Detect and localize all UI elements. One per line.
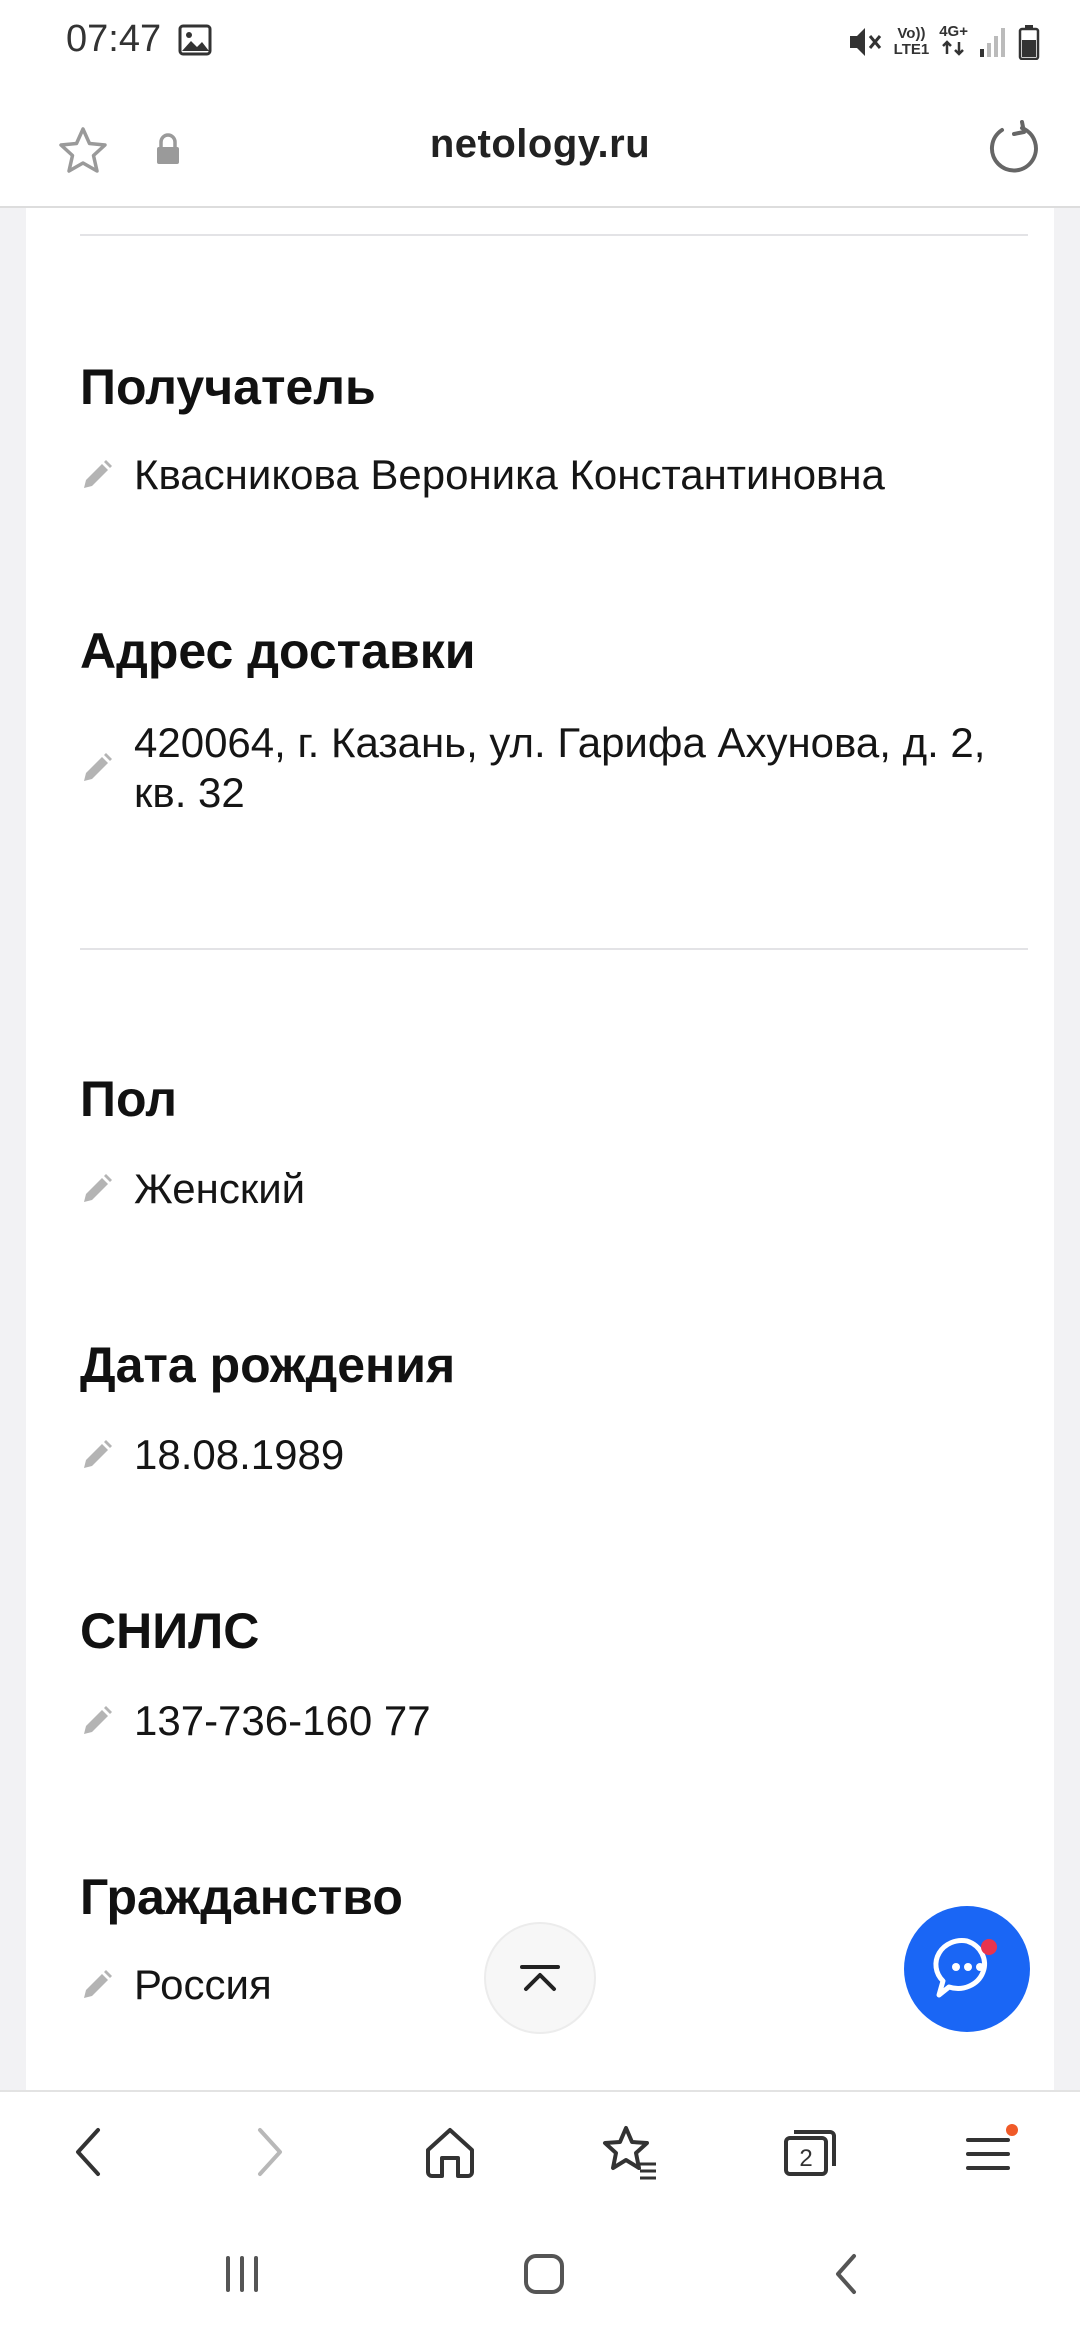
home-icon bbox=[426, 2128, 474, 2178]
address-heading: Адрес доставки bbox=[80, 623, 476, 679]
bookmarks-star-icon bbox=[603, 2126, 656, 2180]
chevron-left-icon bbox=[76, 2128, 100, 2176]
status-icons: Vo)) LTE1 4G+ bbox=[844, 20, 1040, 64]
gender-heading: Пол bbox=[80, 1071, 177, 1127]
chevron-right-icon bbox=[258, 2128, 282, 2176]
status-bar: 07:47 Vo)) LTE1 4G+ bbox=[0, 0, 1080, 84]
pencil-icon[interactable] bbox=[80, 751, 114, 785]
page-content[interactable]: Получатель Квасникова Вероника Константи… bbox=[0, 208, 1080, 2090]
gallery-icon bbox=[178, 24, 212, 56]
home-button[interactable] bbox=[410, 2112, 490, 2192]
citizenship-value: Россия bbox=[134, 1961, 272, 2008]
volte-indicator: Vo)) LTE1 bbox=[894, 26, 930, 58]
back-button[interactable] bbox=[48, 2112, 128, 2192]
chevron-up-icon bbox=[520, 1965, 560, 1991]
divider bbox=[80, 948, 1028, 950]
network-indicator: 4G+ bbox=[939, 22, 968, 61]
gender-row[interactable]: Женский bbox=[80, 1164, 1040, 1214]
back-nav-button[interactable] bbox=[806, 2244, 886, 2304]
recent-apps-button[interactable] bbox=[202, 2244, 282, 2304]
mute-icon bbox=[849, 28, 881, 56]
volte-line2: LTE1 bbox=[893, 41, 930, 58]
reload-icon[interactable] bbox=[984, 118, 1044, 178]
pencil-icon[interactable] bbox=[80, 458, 114, 492]
pencil-icon[interactable] bbox=[80, 1172, 114, 1206]
divider bbox=[80, 234, 1028, 236]
status-time: 07:47 bbox=[66, 18, 162, 60]
menu-button[interactable] bbox=[950, 2112, 1030, 2192]
pencil-icon[interactable] bbox=[80, 1704, 114, 1738]
snils-heading: СНИЛС bbox=[80, 1603, 260, 1659]
bookmarks-button[interactable] bbox=[590, 2112, 670, 2192]
birthdate-value: 18.08.1989 bbox=[134, 1431, 345, 1478]
address-value: 420064, г. Казань, ул. Гарифа Ахунова, д… bbox=[134, 719, 986, 816]
home-nav-icon bbox=[524, 2254, 564, 2294]
recipient-row[interactable]: Квасникова Вероника Константиновна bbox=[80, 450, 1040, 500]
url-text[interactable]: netology.ru bbox=[0, 122, 1080, 167]
battery-icon bbox=[1018, 25, 1040, 60]
address-row[interactable]: 420064, г. Казань, ул. Гарифа Ахунова, д… bbox=[80, 718, 1040, 818]
recipient-value: Квасникова Вероника Константиновна bbox=[134, 451, 885, 498]
tabs-button[interactable]: 2 bbox=[770, 2112, 850, 2192]
system-navigation bbox=[0, 2210, 1080, 2340]
snils-row[interactable]: 137-736-160 77 bbox=[80, 1696, 1040, 1746]
browser-url-bar: netology.ru bbox=[0, 84, 1080, 208]
chat-button[interactable] bbox=[904, 1906, 1030, 2032]
snils-value: 137-736-160 77 bbox=[134, 1697, 431, 1744]
tabs-count: 2 bbox=[799, 2145, 812, 2172]
browser-toolbar: 2 bbox=[0, 2090, 1080, 2210]
signal-icon bbox=[980, 28, 1005, 57]
volte-line1: Vo)) bbox=[897, 25, 926, 42]
gender-value: Женский bbox=[134, 1165, 306, 1212]
network-type: 4G+ bbox=[939, 22, 968, 40]
recipient-heading: Получатель bbox=[80, 359, 376, 415]
tabs-icon: 2 bbox=[784, 2130, 836, 2176]
profile-card: Получатель Квасникова Вероника Константи… bbox=[26, 208, 1054, 2090]
pencil-icon[interactable] bbox=[80, 1968, 114, 2002]
citizenship-heading: Гражданство bbox=[80, 1869, 403, 1925]
birthdate-row[interactable]: 18.08.1989 bbox=[80, 1430, 1040, 1480]
data-arrows-icon bbox=[942, 39, 965, 56]
pencil-icon[interactable] bbox=[80, 1438, 114, 1472]
screen: 07:47 Vo)) LTE1 4G+ netology.ru Получате… bbox=[0, 0, 1080, 2340]
home-nav-button[interactable] bbox=[504, 2244, 584, 2304]
birthdate-heading: Дата рождения bbox=[80, 1337, 456, 1393]
recent-apps-icon bbox=[226, 2256, 258, 2292]
hamburger-menu-icon bbox=[966, 2124, 1018, 2170]
scroll-to-top-button[interactable] bbox=[484, 1922, 596, 2034]
back-nav-icon bbox=[836, 2254, 856, 2294]
chat-icon bbox=[933, 1938, 997, 1998]
forward-button[interactable] bbox=[230, 2112, 310, 2192]
